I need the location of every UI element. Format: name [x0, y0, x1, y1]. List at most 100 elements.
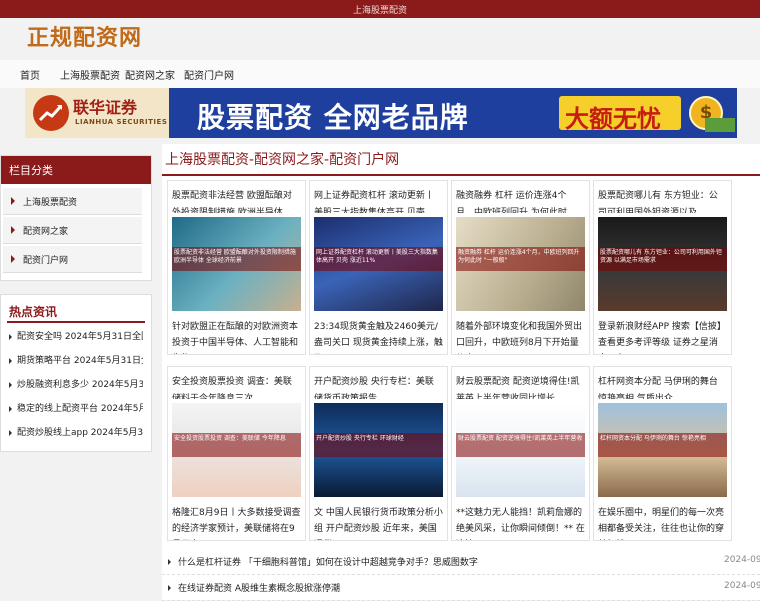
main-content: 上海股票配资-配资网之家-配资门户网 股票配资非法经营 欧盟酝酿对 外投资限制措…	[162, 144, 760, 600]
top-bar-text[interactable]: 上海股票配资	[0, 3, 760, 16]
article-thumbnail[interactable]: 安全投资股票投资 调查：美联储 今年降息	[172, 403, 301, 497]
nav-item-peizi-portal[interactable]: 配资门户网	[184, 67, 234, 82]
site-logo[interactable]: 正规配资网	[27, 20, 142, 52]
article-card[interactable]: 股票配资非法经营 欧盟酝酿对 外投资限制措施 欧洲半导体 股票配资非法经营 欧盟…	[167, 180, 306, 355]
ad-banner[interactable]: 联华证券 LIANHUA SECURITIES 股票配资 全网老品牌 大额无忧 …	[25, 88, 737, 138]
article-title[interactable]: 安全投资股票投资 调查：美联	[172, 374, 302, 387]
article-summary: 文 中国人民银行货币政策分析小组 开户配资炒股 近年来，美国通货	[314, 508, 443, 534]
sidebar-item-peizi-home[interactable]: 配资网之家	[3, 217, 142, 244]
arrow-right-icon	[11, 255, 15, 263]
thumbnail-caption: 股票配资哪儿有 东方钽业：公司可利用国外钽资源 以满足市场需求	[598, 247, 727, 271]
article-subtitle: 储货币政策报告	[314, 394, 378, 399]
banner-brand-en: LIANHUA SECURITIES	[75, 118, 168, 126]
thumbnail-caption: 融资融券 杠杆 运价连涨4个月，中欧班列回升 为何此时 "一般般"	[456, 247, 585, 271]
sidebar-item-label: 配资网之家	[23, 227, 69, 237]
bullet-icon	[168, 559, 171, 565]
hot-news-item[interactable]: 配资炒股线上app 2024年5月31日	[9, 425, 143, 438]
main-nav: 首页 上海股票配资 配资网之家 配资门户网	[0, 60, 760, 88]
thumbnail-caption: 安全投资股票投资 调查：美联储 今年降息	[172, 433, 301, 457]
list-item[interactable]: 在线证券配资 A股维生素概念股掀涨停潮 2024-09-05	[162, 576, 760, 601]
article-summary: 随着外部环境变化和我国外贸出口回升，中欧班列8月下开始量价齐	[456, 322, 583, 348]
article-title[interactable]: 杠杆网资本分配 马伊琍的舞台	[598, 374, 728, 387]
list-item-date: 2024-09-06	[724, 555, 760, 565]
article-subtitle: 惊艳亮相 气质出众	[598, 394, 673, 399]
nav-item-home[interactable]: 首页	[20, 67, 40, 82]
arrow-right-icon	[11, 226, 15, 234]
banner-brand: 联华证券 LIANHUA SECURITIES	[25, 88, 169, 138]
list-item-link[interactable]: 什么是杠杆证券 「干细胞科普馆」如何在设计中超越竞争对手？思威图数字	[178, 555, 478, 568]
banner-badge-text: 大额无忧	[565, 105, 661, 133]
hot-news-link[interactable]: 配资安全吗 2024年5月31日全国	[17, 332, 143, 342]
bullet-icon	[9, 429, 12, 436]
bullet-icon	[168, 585, 171, 591]
thumbnail-caption: 杠杆网资本分配 马伊琍的舞台 惊艳亮相	[598, 433, 727, 457]
category-panel: 栏目分类 上海股票配资 配资网之家 配资门户网	[0, 155, 152, 281]
article-subtitle: 储料于今年降息三次	[172, 394, 254, 399]
article-subtitle: 司可利用国外钽资源以及	[598, 208, 698, 213]
article-summary: 登录新浪财经APP 搜索【信披】查看更多考评等级 证券之星消息，东	[598, 322, 726, 348]
bullet-icon	[9, 357, 12, 364]
article-card[interactable]: 股票配资哪儿有 东方钽业：公 司可利用国外钽资源以及 股票配资哪儿有 东方钽业：…	[593, 180, 732, 355]
article-title[interactable]: 股票配资哪儿有 东方钽业：公	[598, 188, 728, 201]
article-title[interactable]: 股票配资非法经营 欧盟酝酿对	[172, 188, 302, 201]
article-card[interactable]: 融资融券 杠杆 运价连涨4个 月，中欧班列回升 为何此时 融资融券 杠杆 运价连…	[451, 180, 590, 355]
article-subtitle: 外投资限制措施 欧洲半导体	[172, 208, 283, 213]
article-title[interactable]: 融资融券 杠杆 运价连涨4个	[456, 188, 586, 201]
hot-news-heading: 热点资讯	[9, 305, 58, 319]
category-heading-bar: 栏目分类	[1, 156, 151, 184]
article-title[interactable]: 开户配资炒股 央行专栏：美联	[314, 374, 444, 387]
article-thumbnail[interactable]: 股票配资非法经营 欧盟酝酿对外投资限制措施 欧洲半导体 全球经济前景	[172, 217, 301, 311]
hot-news-item[interactable]: 稳定的线上配资平台 2024年5月	[9, 401, 143, 414]
list-item-link[interactable]: 在线证券配资 A股维生素概念股掀涨停潮	[178, 581, 340, 594]
brand-seal-icon	[33, 95, 69, 131]
article-thumbnail[interactable]: 网上证券配资杠杆 滚动更新丨美股三大指数集体高开 贝壳 涨近11%	[314, 217, 443, 311]
article-thumbnail[interactable]: 融资融券 杠杆 运价连涨4个月，中欧班列回升 为何此时 "一般般"	[456, 217, 585, 311]
article-card[interactable]: 安全投资股票投资 调查：美联 储料于今年降息三次 安全投资股票投资 调查：美联储…	[167, 366, 306, 541]
hot-news-item[interactable]: 期货策略平台 2024年5月31日全	[9, 353, 143, 366]
banner-brand-cn: 联华证券	[73, 98, 138, 117]
thumbnail-caption: 股票配资非法经营 欧盟酝酿对外投资限制措施 欧洲半导体 全球经济前景	[172, 247, 301, 271]
article-summary: 在娱乐圈中，明星们的每一次亮相都备受关注，往往也让你的穿着打扮	[598, 508, 725, 534]
article-card[interactable]: 杠杆网资本分配 马伊琍的舞台 惊艳亮相 气质出众 杠杆网资本分配 马伊琍的舞台 …	[593, 366, 732, 541]
divider	[7, 321, 145, 323]
money-bills-icon	[705, 118, 735, 132]
thumbnail-caption: 网上证券配资杠杆 滚动更新丨美股三大指数集体高开 贝壳 涨近11%	[314, 247, 443, 271]
banner-slogan: 股票配资 全网老品牌	[197, 101, 469, 134]
article-summary: 针对欧盟正在酝酿的对欧洲资本投资于中国半导体、人工智能和生物	[172, 322, 299, 348]
thumbnail-caption: 开户配资炒股 央行专栏 环球财经	[314, 433, 443, 457]
article-subtitle: 月，中欧班列回升 为何此时	[456, 208, 567, 213]
hot-news-item[interactable]: 配资安全吗 2024年5月31日全国	[9, 329, 143, 342]
sidebar-item-peizi-portal[interactable]: 配资门户网	[3, 246, 142, 273]
bullet-icon	[9, 333, 12, 340]
list-item[interactable]: 什么是杠杆证券 「干细胞科普馆」如何在设计中超越竞争对手？思威图数字 2024-…	[162, 550, 760, 575]
hot-news-link[interactable]: 期货策略平台 2024年5月31日全	[17, 356, 143, 366]
article-thumbnail[interactable]: 杠杆网资本分配 马伊琍的舞台 惊艳亮相	[598, 403, 727, 497]
bullet-icon	[9, 381, 12, 388]
sidebar-item-label: 配资门户网	[23, 256, 69, 266]
article-card[interactable]: 财云股票配资 配资逆境得住!凯 莱英上半年营收同比增长 财云股票配资 配资逆境得…	[451, 366, 590, 541]
article-summary: 格隆汇8月9日丨大多数接受调查的经济学家预计，美联储将在9月只会	[172, 508, 301, 534]
article-summary: **这魅力无人能挡！凯莉詹娜的绝美风采，让你瞬间倾倒！** 在这篇	[456, 508, 585, 534]
article-card[interactable]: 网上证券配资杠杆 滚动更新丨 美股三大指数集体高开 贝壳 网上证券配资杠杆 滚动…	[309, 180, 448, 355]
hot-news-link[interactable]: 炒股融资利息多少 2024年5月31	[17, 380, 143, 390]
nav-item-peizi-home[interactable]: 配资网之家	[125, 67, 175, 82]
hot-news-item[interactable]: 炒股融资利息多少 2024年5月31	[9, 377, 143, 390]
sidebar-item-shanghai-stock[interactable]: 上海股票配资	[3, 188, 142, 215]
hot-news-link[interactable]: 配资炒股线上app 2024年5月31日	[17, 428, 143, 438]
article-subtitle: 莱英上半年营收同比增长	[456, 394, 556, 399]
bullet-icon	[9, 405, 12, 412]
hot-news-panel: 热点资讯 配资安全吗 2024年5月31日全国 期货策略平台 2024年5月31…	[0, 294, 152, 452]
article-subtitle: 美股三大指数集体高开 贝壳	[314, 208, 425, 213]
article-title[interactable]: 网上证券配资杠杆 滚动更新丨	[314, 188, 444, 201]
article-title[interactable]: 财云股票配资 配资逆境得住!凯	[456, 374, 586, 387]
article-thumbnail[interactable]: 开户配资炒股 央行专栏 环球财经	[314, 403, 443, 497]
nav-item-shanghai-stock[interactable]: 上海股票配资	[60, 67, 120, 82]
hot-news-link[interactable]: 稳定的线上配资平台 2024年5月	[17, 404, 143, 414]
article-card[interactable]: 开户配资炒股 央行专栏：美联 储货币政策报告 开户配资炒股 央行专栏 环球财经 …	[309, 366, 448, 541]
article-thumbnail[interactable]: 财云股票配资 配资逆境得住!凯莱英上半年营收	[456, 403, 585, 497]
article-thumbnail[interactable]: 股票配资哪儿有 东方钽业：公司可利用国外钽资源 以满足市场需求	[598, 217, 727, 311]
list-item-date: 2024-09-05	[724, 581, 760, 591]
arrow-right-icon	[11, 197, 15, 205]
divider	[162, 174, 760, 176]
top-bar: 上海股票配资	[0, 0, 760, 18]
